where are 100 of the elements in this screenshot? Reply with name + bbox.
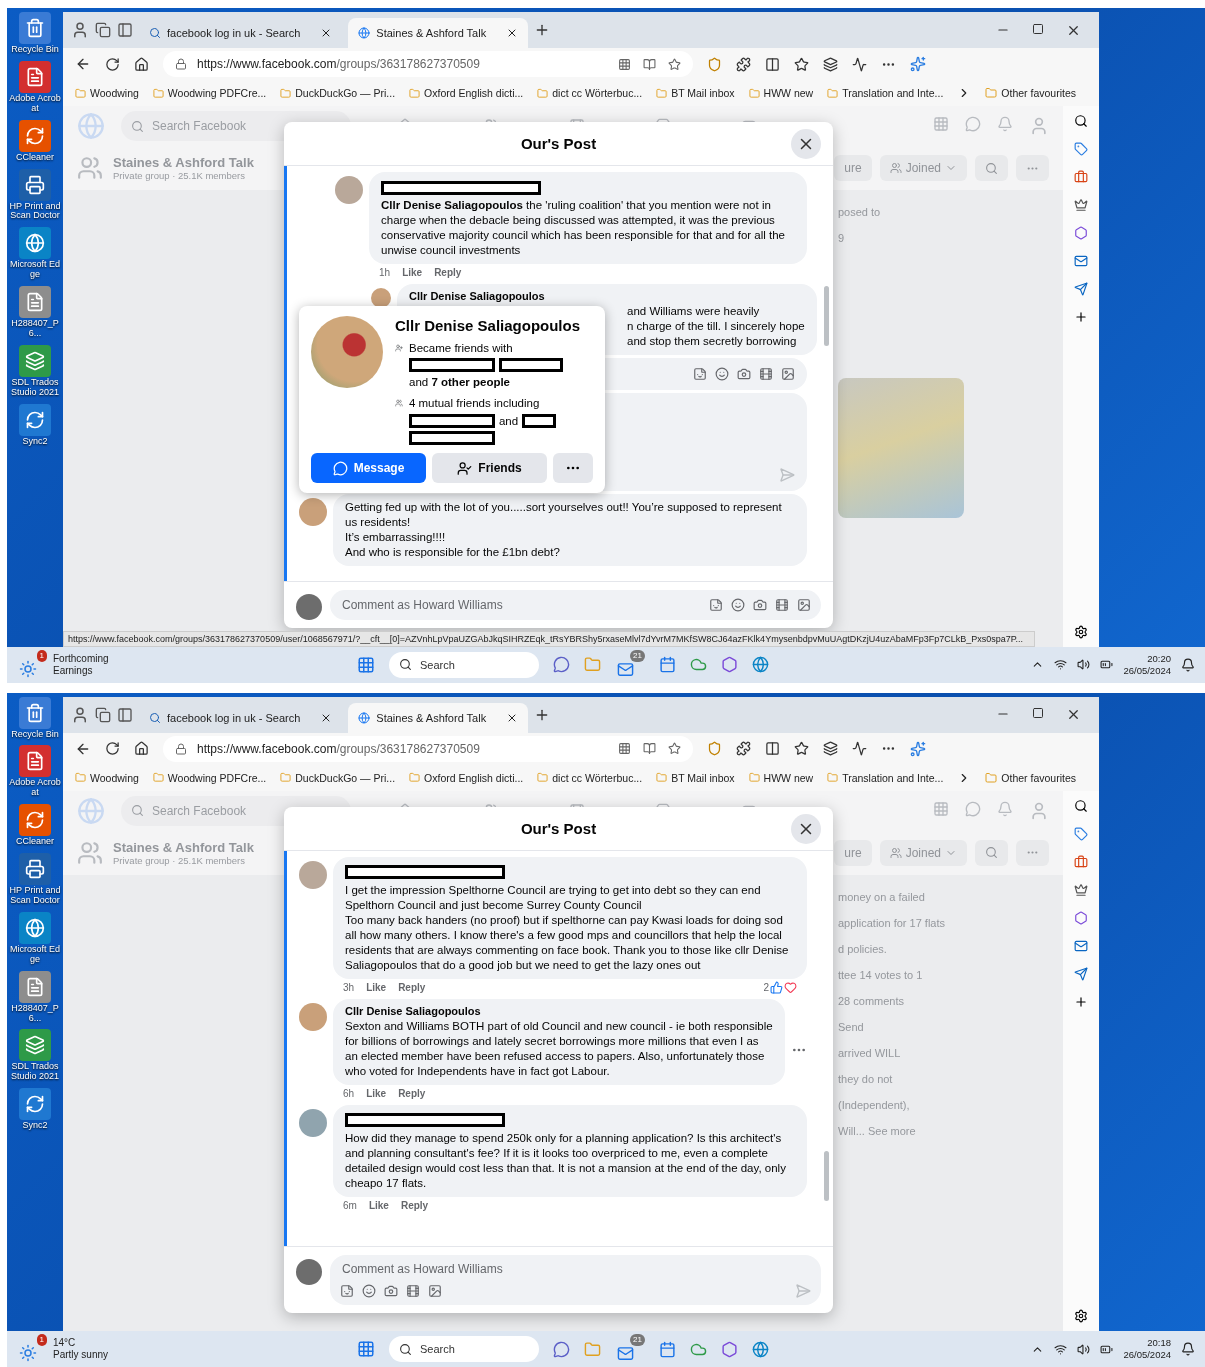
count-badge: 21 <box>630 649 645 662</box>
bookmark[interactable]: HWW new <box>748 87 814 99</box>
search-field[interactable]: Search <box>389 651 539 678</box>
background-text: ttee 14 votes to 1 <box>838 968 924 981</box>
bookmark[interactable]: DuckDuckGo — Pri... <box>280 771 396 784</box>
comment-field[interactable]: Comment as Howard Williams <box>340 597 703 613</box>
background-count: 9 <box>838 232 846 244</box>
desktop-icon-label[interactable]: Recycle Bin <box>8 729 62 740</box>
desktop-icon-label[interactable]: Recycle Bin <box>8 45 62 55</box>
bookmark[interactable]: Woodwing PDFCre... <box>152 771 267 784</box>
background-text: (Independent), <box>838 1098 911 1111</box>
desktop-icon-label[interactable]: SDL Trados Studio 2021 <box>8 377 62 398</box>
count-badge: 21 <box>630 1334 645 1346</box>
comment-text: I get the impression Spelthorne Council are trying to get into debt so they can end Spelthorn Council and just become Surrey County Council Too many back handers (no proof) but if spelthorne can pay Kwasi loads for doing sod all how many others. I know there's a few good mps and councillors that help the local residents that are always commenting on face book. Thank you to those like cllr Denise Saliagopoulos that do a good job but we need to get the lazy ones out <box>345 882 790 973</box>
profile-name[interactable]: Cllr Denise Saliagopoulos <box>395 316 593 335</box>
desktop-icon-label[interactable]: HP Print and Scan Doctor <box>8 201 62 222</box>
comment-author[interactable]: Cllr Denise Saliagopoulos <box>409 290 805 302</box>
desktop-icon-label[interactable]: Sync2 <box>8 436 62 447</box>
bookmark[interactable]: Woodwing PDFCre... <box>152 87 267 99</box>
dialog-title: Our's Post <box>520 135 597 152</box>
comment-text: and stop them secretly borrowing <box>627 334 797 349</box>
comment-text: Sexton and Williams BOTH part of old Council and new council - ie both responsible for billions of borrowings and lately secret borrowings more millions that even I as an elected member have been refused access to papers. Also, unfortunately those who voted for Independents have in fact got Labour. <box>345 1018 773 1079</box>
like-link[interactable]: Like <box>368 1198 389 1212</box>
message-button[interactable]: Message <box>311 453 426 483</box>
like-link[interactable]: Like <box>402 266 423 279</box>
desktop-icon-label[interactable]: Sync2 <box>8 1121 62 1132</box>
like-link[interactable]: Like <box>366 980 387 994</box>
desktop-icon-label[interactable]: Microsoft Edge <box>8 944 62 965</box>
background-text: arrived WILL <box>838 1046 902 1059</box>
comment-author[interactable]: Cllr Denise Saliagopoulos <box>345 1004 773 1017</box>
search-field[interactable]: Search <box>389 1336 539 1362</box>
other-favourites[interactable]: Other favourites <box>985 87 1077 99</box>
reply-link[interactable]: Reply <box>398 1086 426 1100</box>
background-text: application for 17 flats <box>838 916 946 929</box>
comment-time[interactable]: 6m <box>343 1198 357 1212</box>
bookmark[interactable]: Oxford English dicti... <box>409 771 524 784</box>
desktop-icon-label[interactable]: SDL Trados Studio 2021 <box>8 1062 62 1083</box>
bookmark[interactable]: HWW new <box>748 771 814 784</box>
group-meta: Private group · 25.1K members <box>113 170 246 181</box>
bookmark[interactable]: Woodwing <box>75 87 139 99</box>
group-meta: Private group · 25.1K members <box>113 854 246 866</box>
background-text: money on a failed <box>838 890 926 903</box>
desktop-icon-label[interactable]: H288407_P6... <box>8 1003 62 1024</box>
clock[interactable]: 20:18 26/05/2024 <box>1123 1337 1171 1361</box>
comment-text: How did they manage to spend 250k only for a planning application? Is this architect's and planning consultant's fee? If it is it looks too overpriced to me, even a complete detailed design would cost less than that. It is not a mansion at the end of the day, only cheapo 17 flats. <box>345 1130 787 1191</box>
desktop-icon-label[interactable]: H288407_P6... <box>8 319 62 339</box>
reaction-count: 2 <box>763 980 769 994</box>
comment-time[interactable]: 6h <box>343 1086 355 1100</box>
clock[interactable]: 20:20 26/05/2024 <box>1123 652 1171 677</box>
notification-badge: 1 <box>36 1334 47 1346</box>
bookmark[interactable]: Translation and Inte... <box>827 771 944 784</box>
comment-text: n charge of the till. I sincerely hope <box>627 319 805 334</box>
notification-badge: 1 <box>36 649 47 662</box>
desktop-icon-label[interactable]: Microsoft Edge <box>8 260 62 281</box>
background-text: posed to <box>838 206 882 218</box>
background-text: Will... See more <box>838 1124 917 1137</box>
friends-button[interactable]: Friends <box>432 453 547 483</box>
bookmark[interactable]: dict cc Wörterbuc... <box>537 771 643 784</box>
dialog-title: Our's Post <box>520 819 597 837</box>
bookmark[interactable]: Oxford English dicti... <box>409 87 524 99</box>
comment-text: and Williams were heavily <box>627 304 760 319</box>
reply-link[interactable]: Reply <box>398 980 426 994</box>
desktop-icon-label[interactable]: CCleaner <box>8 152 62 163</box>
browser-tab[interactable]: Staines & Ashford Talk <box>348 702 529 733</box>
bookmark[interactable]: Woodwing <box>75 771 139 784</box>
desktop-icon-label[interactable]: Adobe Acrobat <box>8 778 62 799</box>
comment-time[interactable]: 1h <box>379 266 391 279</box>
profile-detail: 4 mutual friends including <box>408 396 540 411</box>
address-bar[interactable]: https://www.facebook.com/groups/363178627370509 <box>163 51 693 77</box>
widget-title[interactable]: Forthcoming <box>53 652 109 665</box>
browser-tab[interactable]: Staines & Ashford Talk <box>348 18 529 48</box>
profile-detail: and <box>498 414 519 429</box>
reply-link[interactable]: Reply <box>400 1198 429 1212</box>
profile-detail: and 7 other people <box>409 375 511 390</box>
widget-subtitle[interactable]: Earnings <box>53 664 109 677</box>
like-link[interactable]: Like <box>366 1086 387 1100</box>
browser-tab[interactable]: facebook log in uk - Search <box>139 18 343 48</box>
desktop-icon-label[interactable]: CCleaner <box>8 837 62 848</box>
address-bar[interactable]: https://www.facebook.com/groups/363178627370509 <box>163 735 693 762</box>
bookmark[interactable]: Translation and Inte... <box>827 87 944 99</box>
widget-subtitle[interactable]: Partly sunny <box>53 1349 109 1361</box>
comment-box[interactable]: Comment as Howard Williams <box>330 1254 821 1305</box>
browser-tab[interactable]: facebook log in uk - Search <box>139 702 343 733</box>
background-text: they do not <box>838 1072 894 1085</box>
comment-text: Getting fed up with the lot of you.....sort yourselves out!! You’re supposed to represent us residents! It’s embarrassing!!!! And who is responsible for the £1bn debt? <box>345 500 783 560</box>
background-text: d policies. <box>838 942 888 955</box>
background-text: Send <box>838 1020 865 1033</box>
desktop-icon-label[interactable]: HP Print and Scan Doctor <box>8 886 62 906</box>
bookmark[interactable]: dict cc Wörterbuc... <box>537 87 643 99</box>
bookmark[interactable]: DuckDuckGo — Pri... <box>280 87 396 99</box>
reply-link[interactable]: Reply <box>434 266 462 279</box>
comment-field[interactable]: Comment as Howard Williams <box>340 1260 811 1277</box>
comment-time[interactable]: 3h <box>343 980 355 994</box>
desktop-icon-label[interactable]: Adobe Acrobat <box>8 93 62 114</box>
background-count: 28 comments <box>838 994 906 1007</box>
comment-box[interactable]: Comment as Howard Williams <box>330 590 821 620</box>
widget-title[interactable]: 14°C <box>53 1337 109 1349</box>
bookmark[interactable]: BT Mail inbox <box>656 87 735 99</box>
bookmark[interactable]: BT Mail inbox <box>656 771 735 784</box>
other-favourites[interactable]: Other favourites <box>985 771 1077 784</box>
